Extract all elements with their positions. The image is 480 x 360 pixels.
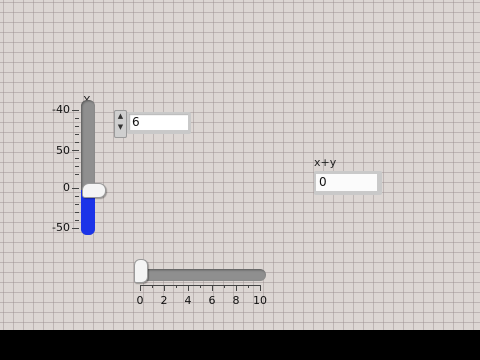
y-major-tick <box>188 285 189 291</box>
x-minor-tick <box>75 118 79 119</box>
x-major-tick <box>72 110 79 111</box>
y-scale-label-6: 6 <box>208 294 216 307</box>
y-major-tick <box>140 285 141 291</box>
y-major-tick <box>236 285 237 291</box>
x-minor-tick <box>75 158 79 159</box>
sum-indicator-label: x+y <box>314 156 337 169</box>
y-slider-track[interactable] <box>136 269 266 281</box>
x-major-tick <box>72 150 79 151</box>
sum-indicator: 0 <box>314 171 382 195</box>
x-minor-tick <box>75 142 79 143</box>
decrement-arrow-icon[interactable]: ▼ <box>115 122 126 133</box>
x-scale-label-50: 50 <box>56 144 70 157</box>
numeric-input[interactable]: 6 <box>129 114 188 130</box>
y-minor-tick <box>224 285 225 288</box>
y-scale-label-2: 2 <box>160 294 168 307</box>
x-scale-label-neg50: -50 <box>52 221 70 234</box>
x-minor-tick <box>75 212 79 213</box>
y-major-tick <box>260 285 261 291</box>
sum-indicator-value: 0 <box>316 174 377 191</box>
x-minor-tick <box>75 166 79 167</box>
y-scale-label-4: 4 <box>184 294 192 307</box>
y-scale-label-10: 10 <box>253 294 267 307</box>
y-major-tick <box>164 285 165 291</box>
x-slider-thumb[interactable] <box>82 183 106 198</box>
numeric-control: 6 <box>127 112 191 134</box>
x-slider-track[interactable] <box>81 100 95 235</box>
y-scale-label-8: 8 <box>232 294 240 307</box>
x-scale-label-0: 0 <box>63 181 70 194</box>
y-scale-label-0: 0 <box>136 294 144 307</box>
numeric-spin-buttons[interactable]: ▲ ▼ <box>114 110 127 138</box>
x-scale-label-top: -40 <box>52 103 70 116</box>
y-minor-tick <box>200 285 201 288</box>
y-minor-tick <box>152 285 153 288</box>
x-major-tick <box>72 228 79 229</box>
x-minor-tick <box>75 196 79 197</box>
x-minor-tick <box>75 204 79 205</box>
x-minor-tick <box>75 134 79 135</box>
y-major-tick <box>212 285 213 291</box>
x-minor-tick <box>75 174 79 175</box>
x-major-tick <box>72 188 79 189</box>
x-minor-tick <box>75 126 79 127</box>
y-minor-tick <box>176 285 177 288</box>
front-panel: X -40 50 0 -50 ▲ ▼ 6 x+y 0 Y <box>0 0 480 330</box>
bottom-letterbox-bar <box>0 330 480 360</box>
y-slider-thumb[interactable] <box>134 259 148 283</box>
increment-arrow-icon[interactable]: ▲ <box>115 111 126 122</box>
y-minor-tick <box>248 285 249 288</box>
x-minor-tick <box>75 220 79 221</box>
